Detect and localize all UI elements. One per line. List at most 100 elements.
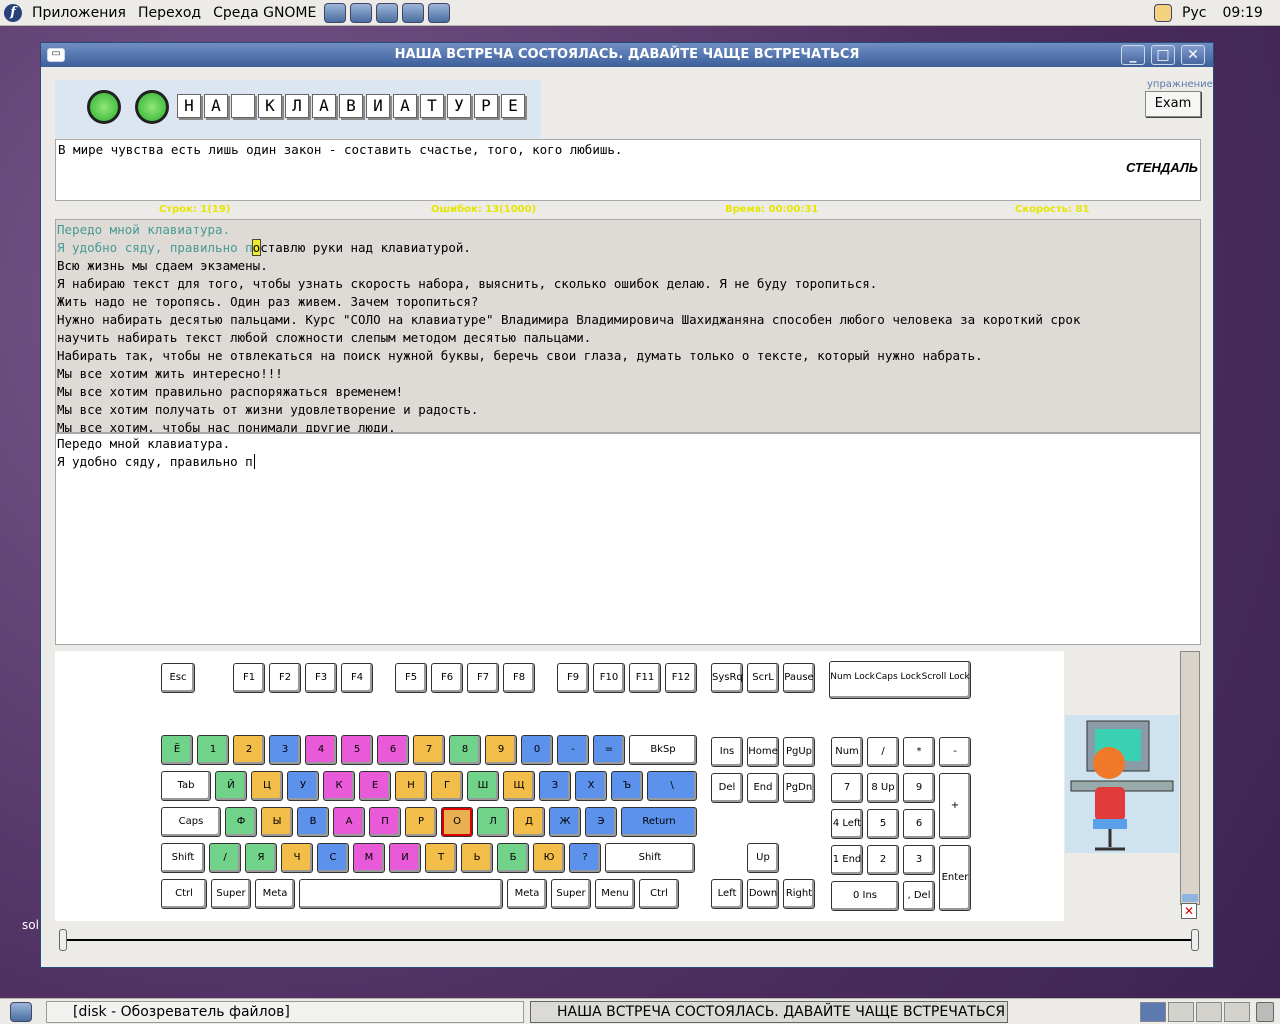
- key-numpad[interactable]: 7 Home: [831, 773, 863, 803]
- key-row1[interactable]: -: [557, 735, 589, 765]
- key-row5[interactable]: Super: [211, 879, 251, 909]
- key-row3[interactable]: А: [333, 807, 365, 837]
- key-row3[interactable]: Л: [477, 807, 509, 837]
- key-row2[interactable]: Н: [395, 771, 427, 801]
- key-row4[interactable]: С: [317, 843, 349, 873]
- key-row1[interactable]: BkSp: [629, 735, 697, 765]
- network-icon[interactable]: [1154, 4, 1172, 22]
- workspace-3[interactable]: [1196, 1002, 1222, 1022]
- typing-input-area[interactable]: Передо мной клавиатура. Я удобно сяду, п…: [55, 433, 1201, 645]
- key-row1[interactable]: 7: [413, 735, 445, 765]
- key-f12[interactable]: F12: [665, 663, 697, 693]
- key-numpad[interactable]: *: [903, 737, 935, 767]
- close-keyboard-icon[interactable]: ✕: [1181, 903, 1197, 919]
- key-row1[interactable]: 3: [269, 735, 301, 765]
- key-row1[interactable]: 6: [377, 735, 409, 765]
- key-nav[interactable]: Ins: [711, 737, 743, 767]
- key-row1[interactable]: =: [593, 735, 625, 765]
- workspace-4[interactable]: [1224, 1002, 1250, 1022]
- key-nav[interactable]: Home: [747, 737, 779, 767]
- key-up[interactable]: Up: [747, 843, 779, 873]
- key-row4[interactable]: Shift: [605, 843, 695, 873]
- task-solo-window[interactable]: НАША ВСТРЕЧА СОСТОЯЛАСЬ. ДАВАЙТЕ ЧАЩЕ ВС…: [530, 1001, 1008, 1023]
- key-f8[interactable]: F8: [503, 663, 535, 693]
- key-f2[interactable]: F2: [269, 663, 301, 693]
- key-row3[interactable]: Ж: [549, 807, 581, 837]
- key-numpad[interactable]: 0 Ins: [831, 881, 899, 911]
- key-f11[interactable]: F11: [629, 663, 661, 693]
- key-right[interactable]: Right: [783, 879, 815, 909]
- key-row5[interactable]: Ctrl: [639, 879, 679, 909]
- keyboard-layout[interactable]: Рус: [1182, 5, 1206, 21]
- writer-launcher-icon[interactable]: [376, 2, 399, 23]
- key-row4[interactable]: Б: [497, 843, 529, 873]
- window-titlebar[interactable]: ▭ НАША ВСТРЕЧА СОСТОЯЛАСЬ. ДАВАЙТЕ ЧАЩЕ …: [41, 43, 1213, 67]
- key-row2[interactable]: Х: [575, 771, 607, 801]
- key-row1[interactable]: 8: [449, 735, 481, 765]
- clock[interactable]: 09:19: [1222, 5, 1262, 21]
- key-row4[interactable]: ?: [569, 843, 601, 873]
- key-f4[interactable]: F4: [341, 663, 373, 693]
- key-f1[interactable]: F1: [233, 663, 265, 693]
- key-row2[interactable]: Ц: [251, 771, 283, 801]
- workspace-1[interactable]: [1140, 1002, 1166, 1022]
- impress-launcher-icon[interactable]: [402, 2, 425, 23]
- workspace-2[interactable]: [1168, 1002, 1194, 1022]
- key-nav[interactable]: End: [747, 773, 779, 803]
- exam-button[interactable]: Exam: [1145, 91, 1201, 117]
- key-row5[interactable]: Meta Alt: [507, 879, 547, 909]
- progress-slider[interactable]: [55, 925, 1201, 953]
- key-row5[interactable]: Menu: [595, 879, 635, 909]
- key-row4[interactable]: И: [389, 843, 421, 873]
- key-row3[interactable]: Э: [585, 807, 617, 837]
- key-row3[interactable]: Р: [405, 807, 437, 837]
- key-row2[interactable]: Г: [431, 771, 463, 801]
- key-row4[interactable]: Ч: [281, 843, 313, 873]
- key-row1[interactable]: 9: [485, 735, 517, 765]
- key-nav[interactable]: PgUp: [783, 737, 815, 767]
- key-row3[interactable]: П: [369, 807, 401, 837]
- key-sys[interactable]: Pause: [783, 663, 815, 693]
- key-row2[interactable]: Е: [359, 771, 391, 801]
- key-row5[interactable]: Meta Alt: [255, 879, 295, 909]
- key-f5[interactable]: F5: [395, 663, 427, 693]
- key-row2[interactable]: Ш: [467, 771, 499, 801]
- key-numpad[interactable]: -: [939, 737, 971, 767]
- key-sys[interactable]: SysRq Print: [711, 663, 743, 693]
- key-row2[interactable]: Tab: [161, 771, 211, 801]
- key-down[interactable]: Down: [747, 879, 779, 909]
- scrollbar-thumb[interactable]: [1182, 894, 1198, 902]
- key-left[interactable]: Left: [711, 879, 743, 909]
- menu-applications[interactable]: Приложения: [26, 5, 132, 21]
- key-nav[interactable]: Del: [711, 773, 743, 803]
- key-row2[interactable]: З: [539, 771, 571, 801]
- key-row1[interactable]: 4: [305, 735, 337, 765]
- key-row1[interactable]: 0: [521, 735, 553, 765]
- key-row4[interactable]: Ю: [533, 843, 565, 873]
- key-row5[interactable]: Super: [551, 879, 591, 909]
- key-numpad[interactable]: /: [867, 737, 899, 767]
- slider-left-handle[interactable]: [59, 929, 67, 951]
- key-row4[interactable]: Т: [425, 843, 457, 873]
- key-row4[interactable]: Я: [245, 843, 277, 873]
- key-row2[interactable]: К: [323, 771, 355, 801]
- key-row3[interactable]: О: [441, 807, 473, 837]
- minimize-button[interactable]: _: [1121, 45, 1145, 65]
- key-f10[interactable]: F10: [593, 663, 625, 693]
- key-row1[interactable]: Ё: [161, 735, 193, 765]
- key-row3[interactable]: Caps: [161, 807, 221, 837]
- desktop-icon-label[interactable]: sol: [22, 918, 39, 932]
- fedora-icon[interactable]: f: [4, 3, 22, 22]
- key-f7[interactable]: F7: [467, 663, 499, 693]
- key-row2[interactable]: Щ: [503, 771, 535, 801]
- key-row4[interactable]: Shift: [161, 843, 205, 873]
- key-row5[interactable]: Ctrl: [161, 879, 207, 909]
- key-row3[interactable]: Ы: [261, 807, 293, 837]
- close-button[interactable]: ✕: [1181, 45, 1205, 65]
- key-row4[interactable]: /: [209, 843, 241, 873]
- key-row2[interactable]: Й: [215, 771, 247, 801]
- key-row4[interactable]: Ь: [461, 843, 493, 873]
- vertical-scrollbar[interactable]: [1180, 651, 1200, 905]
- maximize-button[interactable]: □: [1151, 45, 1175, 65]
- key-row1[interactable]: 1: [197, 735, 229, 765]
